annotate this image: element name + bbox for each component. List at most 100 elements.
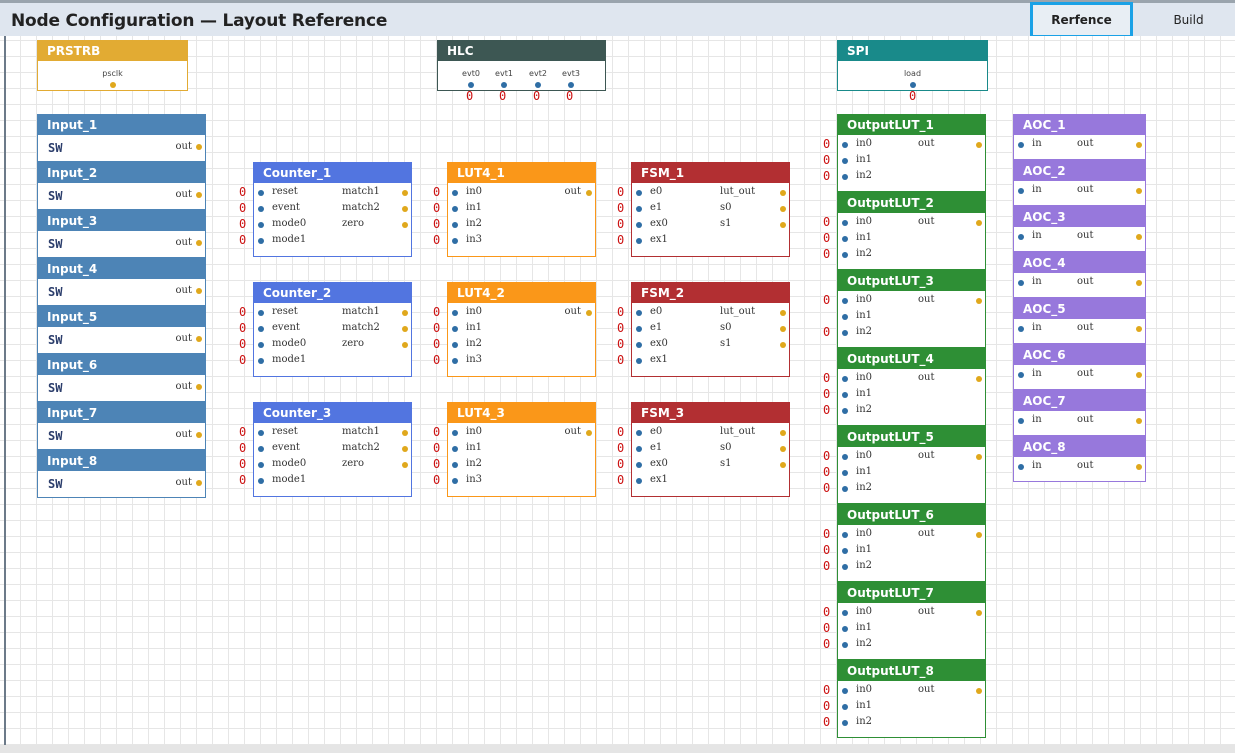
input-port-dot[interactable]	[258, 342, 264, 348]
input-port-dot[interactable]	[452, 190, 458, 196]
input-port-dot[interactable]	[842, 330, 848, 336]
outputlut-node-7[interactable]: OutputLUT_7 in0 out in1 in2	[837, 582, 986, 660]
input-port-dot[interactable]	[842, 610, 848, 616]
outputlut-node-8[interactable]: OutputLUT_8 in0 out in1 in2	[837, 660, 986, 738]
input-port-dot[interactable]	[910, 82, 916, 88]
input-port-dot[interactable]	[452, 446, 458, 452]
input-port-dot[interactable]	[258, 430, 264, 436]
input-port-dot[interactable]	[636, 342, 642, 348]
input-node-2[interactable]: Input_2 SW out	[37, 162, 206, 210]
output-port-dot[interactable]	[196, 192, 202, 198]
input-port-dot[interactable]	[842, 548, 848, 554]
input-port-dot[interactable]	[258, 462, 264, 468]
input-port-dot[interactable]	[636, 358, 642, 364]
output-port-dot[interactable]	[586, 430, 592, 436]
output-port-dot[interactable]	[196, 144, 202, 150]
output-port-dot[interactable]	[196, 288, 202, 294]
horizontal-scrollbar[interactable]	[0, 745, 1235, 753]
input-port-dot[interactable]	[842, 486, 848, 492]
output-port-dot[interactable]	[402, 310, 408, 316]
output-port-dot[interactable]	[402, 430, 408, 436]
input-port-dot[interactable]	[842, 642, 848, 648]
output-port-dot[interactable]	[780, 222, 786, 228]
counter-node-3[interactable]: Counter_3 reset match1 event match2 mode0 zero…	[253, 402, 412, 497]
output-port-dot[interactable]	[402, 222, 408, 228]
input-port-dot[interactable]	[452, 358, 458, 364]
output-port-dot[interactable]	[780, 446, 786, 452]
input-port-dot[interactable]	[258, 446, 264, 452]
output-port-dot[interactable]	[976, 142, 982, 148]
output-port-dot[interactable]	[586, 310, 592, 316]
input-port-dot[interactable]	[452, 222, 458, 228]
output-port-dot[interactable]	[780, 190, 786, 196]
input-port-dot[interactable]	[1018, 464, 1024, 470]
output-port-dot[interactable]	[780, 326, 786, 332]
output-port-dot[interactable]	[976, 532, 982, 538]
input-port-dot[interactable]	[1018, 326, 1024, 332]
aoc-node-6[interactable]: AOC_6 in out	[1013, 344, 1146, 390]
input-port-dot[interactable]	[842, 252, 848, 258]
aoc-node-1[interactable]: AOC_1 in out	[1013, 114, 1146, 160]
aoc-node-5[interactable]: AOC_5 in out	[1013, 298, 1146, 344]
input-port-dot[interactable]	[1018, 418, 1024, 424]
output-port-dot[interactable]	[780, 310, 786, 316]
outputlut-node-4[interactable]: OutputLUT_4 in0 out in1 in2	[837, 348, 986, 426]
output-port-dot[interactable]	[196, 240, 202, 246]
output-port-dot[interactable]	[196, 432, 202, 438]
input-port-dot[interactable]	[636, 326, 642, 332]
build-button[interactable]: Build	[1137, 2, 1235, 38]
input-port-dot[interactable]	[842, 408, 848, 414]
input-port-dot[interactable]	[636, 446, 642, 452]
output-port-dot[interactable]	[402, 190, 408, 196]
input-node-6[interactable]: Input_6 SW out	[37, 354, 206, 402]
input-port-dot[interactable]	[842, 720, 848, 726]
input-node-3[interactable]: Input_3 SW out	[37, 210, 206, 258]
output-port-dot[interactable]	[196, 480, 202, 486]
output-port-dot[interactable]	[1136, 234, 1142, 240]
input-port-dot[interactable]	[636, 206, 642, 212]
input-port-dot[interactable]	[258, 238, 264, 244]
input-port-dot[interactable]	[1018, 372, 1024, 378]
input-port-dot[interactable]	[1018, 280, 1024, 286]
output-port-dot[interactable]	[1136, 372, 1142, 378]
node-canvas[interactable]: PRSTRB psclk HLC evt0 evt1 evt2 evt3 0 0 0 0 SPI loa…	[0, 36, 1235, 748]
input-port-dot[interactable]	[1018, 142, 1024, 148]
outputlut-node-5[interactable]: OutputLUT_5 in0 out in1 in2	[837, 426, 986, 504]
lut-node-3[interactable]: LUT4_3 in0 out in1 in2 in3	[447, 402, 596, 497]
input-port-dot[interactable]	[842, 174, 848, 180]
input-node-4[interactable]: Input_4 SW out	[37, 258, 206, 306]
hlc-node[interactable]: HLC evt0 evt1 evt2 evt3	[437, 40, 606, 91]
output-port-dot[interactable]	[976, 688, 982, 694]
input-port-dot[interactable]	[258, 326, 264, 332]
output-port-dot[interactable]	[402, 462, 408, 468]
input-port-dot[interactable]	[636, 462, 642, 468]
input-port-dot[interactable]	[842, 564, 848, 570]
input-port-dot[interactable]	[501, 82, 507, 88]
output-port-dot[interactable]	[402, 326, 408, 332]
input-port-dot[interactable]	[258, 478, 264, 484]
counter-node-1[interactable]: Counter_1 reset match1 event match2 mode0 zero…	[253, 162, 412, 257]
input-port-dot[interactable]	[842, 236, 848, 242]
output-port-dot[interactable]	[196, 384, 202, 390]
output-port-dot[interactable]	[1136, 142, 1142, 148]
output-port-dot[interactable]	[110, 82, 116, 88]
input-port-dot[interactable]	[636, 238, 642, 244]
input-port-dot[interactable]	[842, 532, 848, 538]
outputlut-node-3[interactable]: OutputLUT_3 in0 out in1 in2	[837, 270, 986, 348]
output-port-dot[interactable]	[976, 220, 982, 226]
input-node-7[interactable]: Input_7 SW out	[37, 402, 206, 450]
output-port-dot[interactable]	[402, 206, 408, 212]
output-port-dot[interactable]	[976, 454, 982, 460]
outputlut-node-1[interactable]: OutputLUT_1 in0 out in1 in2	[837, 114, 986, 192]
input-port-dot[interactable]	[636, 190, 642, 196]
input-port-dot[interactable]	[452, 478, 458, 484]
input-port-dot[interactable]	[842, 220, 848, 226]
prstrb-node[interactable]: PRSTRB psclk	[37, 40, 188, 91]
output-port-dot[interactable]	[1136, 326, 1142, 332]
aoc-node-8[interactable]: AOC_8 in out	[1013, 436, 1146, 482]
input-node-5[interactable]: Input_5 SW out	[37, 306, 206, 354]
input-node-1[interactable]: Input_1 SW out	[37, 114, 206, 162]
output-port-dot[interactable]	[586, 190, 592, 196]
fsm-node-2[interactable]: FSM_2 e0 lut_out e1 s0 ex0 s1 ex1	[631, 282, 790, 377]
input-port-dot[interactable]	[452, 326, 458, 332]
